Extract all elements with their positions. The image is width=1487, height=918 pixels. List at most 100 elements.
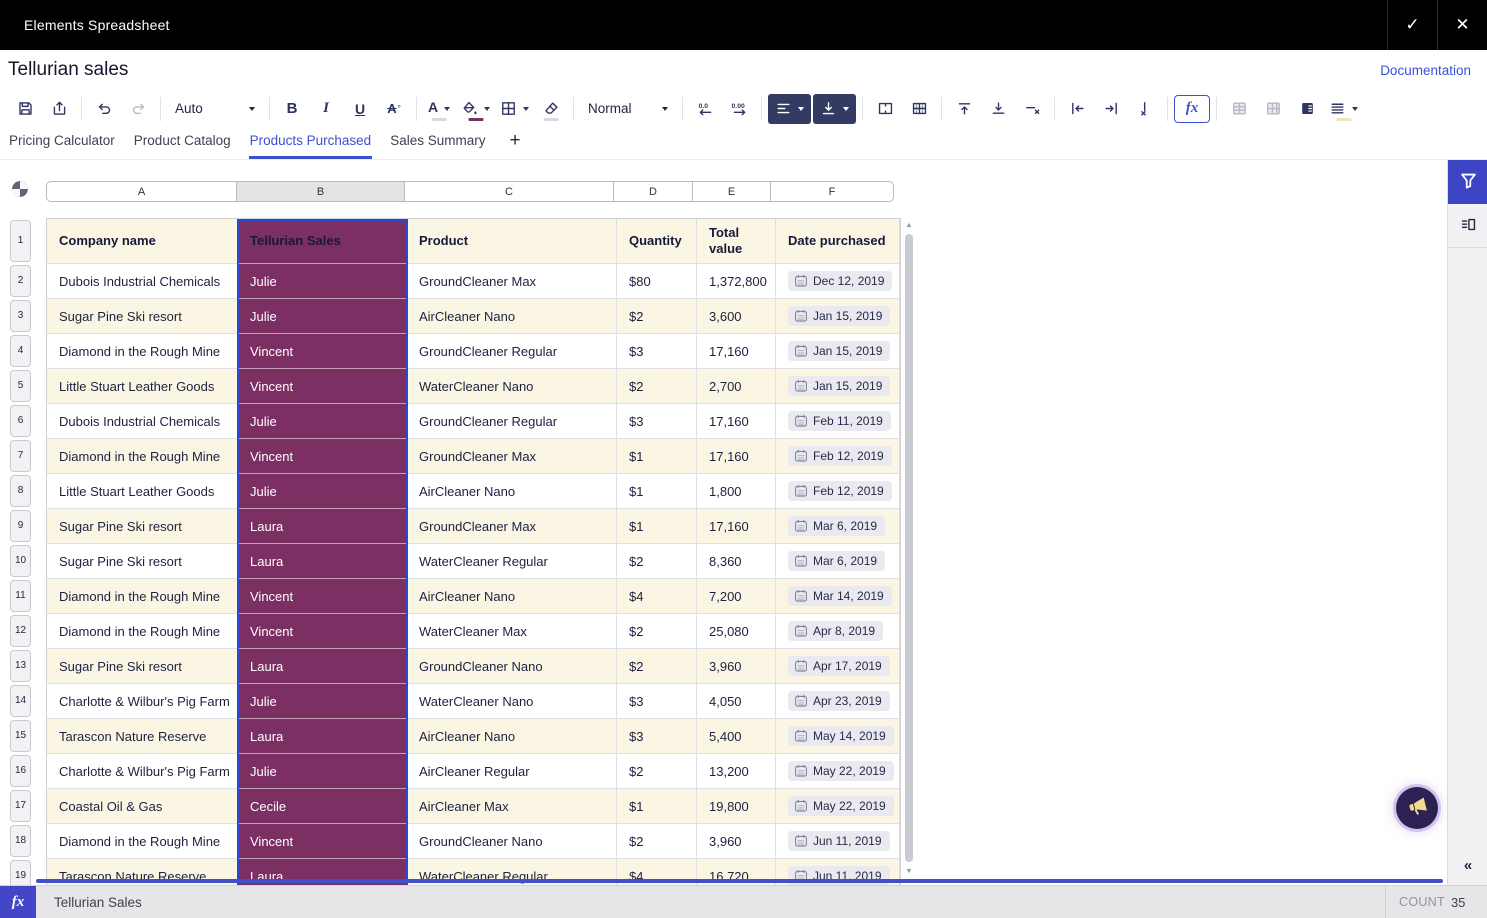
cell-F5[interactable]: Jan 15, 2019 xyxy=(776,369,900,404)
column-header-A[interactable]: A xyxy=(46,181,237,202)
row-header-13[interactable]: 13 xyxy=(10,650,31,682)
row-header-10[interactable]: 10 xyxy=(10,545,31,577)
bold-button[interactable]: B xyxy=(276,94,308,124)
cell-A18[interactable]: Diamond in the Rough Mine xyxy=(47,824,238,859)
row-header-1[interactable]: 1 xyxy=(10,220,31,262)
row-header-15[interactable]: 15 xyxy=(10,720,31,752)
cell-C11[interactable]: AirCleaner Nano xyxy=(407,579,617,614)
cell-C14[interactable]: WaterCleaner Nano xyxy=(407,684,617,719)
row-header-17[interactable]: 17 xyxy=(10,790,31,822)
announcements-button[interactable] xyxy=(1396,787,1438,829)
cell-C17[interactable]: AirCleaner Max xyxy=(407,789,617,824)
cell-D17[interactable]: $1 xyxy=(617,789,697,824)
row-header-16[interactable]: 16 xyxy=(10,755,31,787)
column-header-E[interactable]: E xyxy=(692,181,771,202)
documentation-link[interactable]: Documentation xyxy=(1380,63,1471,78)
close-button[interactable]: ✕ xyxy=(1437,0,1487,50)
row-header-18[interactable]: 18 xyxy=(10,825,31,857)
cell-D6[interactable]: $3 xyxy=(617,404,697,439)
cell-F3[interactable]: Jan 15, 2019 xyxy=(776,299,900,334)
cell-D9[interactable]: $1 xyxy=(617,509,697,544)
cell-C10[interactable]: WaterCleaner Regular xyxy=(407,544,617,579)
row-header-4[interactable]: 4 xyxy=(10,335,31,367)
cell-C8[interactable]: AirCleaner Nano xyxy=(407,474,617,509)
insert-row-above-button[interactable] xyxy=(948,94,980,124)
cell-E16[interactable]: 13,200 xyxy=(697,754,776,789)
cell-D10[interactable]: $2 xyxy=(617,544,697,579)
column-header-D[interactable]: D xyxy=(613,181,693,202)
cell-D11[interactable]: $4 xyxy=(617,579,697,614)
select-all-icon[interactable] xyxy=(11,180,29,198)
cell-F9[interactable]: Mar 6, 2019 xyxy=(776,509,900,544)
cell-B17[interactable]: Cecile xyxy=(238,789,407,824)
clear-format-button[interactable] xyxy=(535,94,567,124)
row-header-14[interactable]: 14 xyxy=(10,685,31,717)
insert-column-right-button[interactable] xyxy=(1095,94,1127,124)
cell-D16[interactable]: $2 xyxy=(617,754,697,789)
cell-D15[interactable]: $3 xyxy=(617,719,697,754)
line-spacing-dropdown[interactable] xyxy=(1325,94,1362,124)
cell-C6[interactable]: GroundCleaner Regular xyxy=(407,404,617,439)
cell-D3[interactable]: $2 xyxy=(617,299,697,334)
cell-B3[interactable]: Julie xyxy=(238,299,407,334)
cell-D8[interactable]: $1 xyxy=(617,474,697,509)
cell-E2[interactable]: 1,372,800 xyxy=(697,264,776,299)
italic-button[interactable]: I xyxy=(310,94,342,124)
formula-bar-button[interactable]: fx xyxy=(0,886,36,918)
banded-columns-button[interactable] xyxy=(1257,94,1289,124)
filter-button[interactable] xyxy=(1448,160,1487,204)
row-header-19[interactable]: 19 xyxy=(10,860,31,886)
cell-C1[interactable]: Product xyxy=(407,219,617,264)
cell-E8[interactable]: 1,800 xyxy=(697,474,776,509)
cell-E18[interactable]: 3,960 xyxy=(697,824,776,859)
cell-A17[interactable]: Coastal Oil & Gas xyxy=(47,789,238,824)
cell-B15[interactable]: Laura xyxy=(238,719,407,754)
cell-A6[interactable]: Dubois Industrial Chemicals xyxy=(47,404,238,439)
cell-D5[interactable]: $2 xyxy=(617,369,697,404)
cell-B11[interactable]: Vincent xyxy=(238,579,407,614)
cell-D4[interactable]: $3 xyxy=(617,334,697,369)
merge-cells-button[interactable] xyxy=(869,94,901,124)
cell-D7[interactable]: $1 xyxy=(617,439,697,474)
cell-F10[interactable]: Mar 6, 2019 xyxy=(776,544,900,579)
cell-B6[interactable]: Julie xyxy=(238,404,407,439)
row-header-7[interactable]: 7 xyxy=(10,440,31,472)
row-header-12[interactable]: 12 xyxy=(10,615,31,647)
collapse-panel-button[interactable]: « xyxy=(1448,852,1487,878)
column-header-C[interactable]: C xyxy=(404,181,614,202)
cell-D13[interactable]: $2 xyxy=(617,649,697,684)
decrease-decimal-button[interactable]: 0.0 xyxy=(689,94,721,124)
cell-A12[interactable]: Diamond in the Rough Mine xyxy=(47,614,238,649)
cell-E12[interactable]: 25,080 xyxy=(697,614,776,649)
cell-F6[interactable]: Feb 11, 2019 xyxy=(776,404,900,439)
cell-B2[interactable]: Julie xyxy=(238,264,407,299)
cell-D1[interactable]: Quantity xyxy=(617,219,697,264)
row-header-8[interactable]: 8 xyxy=(10,475,31,507)
cell-F4[interactable]: Jan 15, 2019 xyxy=(776,334,900,369)
cell-F17[interactable]: May 22, 2019 xyxy=(776,789,900,824)
vertical-align-dropdown[interactable] xyxy=(813,94,856,124)
cell-A7[interactable]: Diamond in the Rough Mine xyxy=(47,439,238,474)
column-header-B[interactable]: B xyxy=(236,181,405,202)
scroll-down-icon[interactable]: ▼ xyxy=(901,864,917,878)
cell-D18[interactable]: $2 xyxy=(617,824,697,859)
cell-A13[interactable]: Sugar Pine Ski resort xyxy=(47,649,238,684)
cell-B7[interactable]: Vincent xyxy=(238,439,407,474)
cell-F13[interactable]: Apr 17, 2019 xyxy=(776,649,900,684)
sheet-tab-pricing-calculator[interactable]: Pricing Calculator xyxy=(8,127,116,159)
cell-A11[interactable]: Diamond in the Rough Mine xyxy=(47,579,238,614)
cell-B1[interactable]: Tellurian Sales xyxy=(238,219,407,264)
redo-button[interactable] xyxy=(122,94,154,124)
formula-toggle-button[interactable]: fx xyxy=(1174,95,1210,123)
cell-E11[interactable]: 7,200 xyxy=(697,579,776,614)
cell-F8[interactable]: Feb 12, 2019 xyxy=(776,474,900,509)
horizontal-align-dropdown[interactable] xyxy=(768,94,811,124)
cell-A5[interactable]: Little Stuart Leather Goods xyxy=(47,369,238,404)
cell-style-dropdown[interactable]: Normal xyxy=(580,94,676,124)
sheet-tab-product-catalog[interactable]: Product Catalog xyxy=(133,127,232,159)
cell-C9[interactable]: GroundCleaner Max xyxy=(407,509,617,544)
cell-C12[interactable]: WaterCleaner Max xyxy=(407,614,617,649)
fields-panel-button[interactable] xyxy=(1448,204,1487,248)
cell-B16[interactable]: Julie xyxy=(238,754,407,789)
sheet-tab-sales-summary[interactable]: Sales Summary xyxy=(389,127,486,159)
